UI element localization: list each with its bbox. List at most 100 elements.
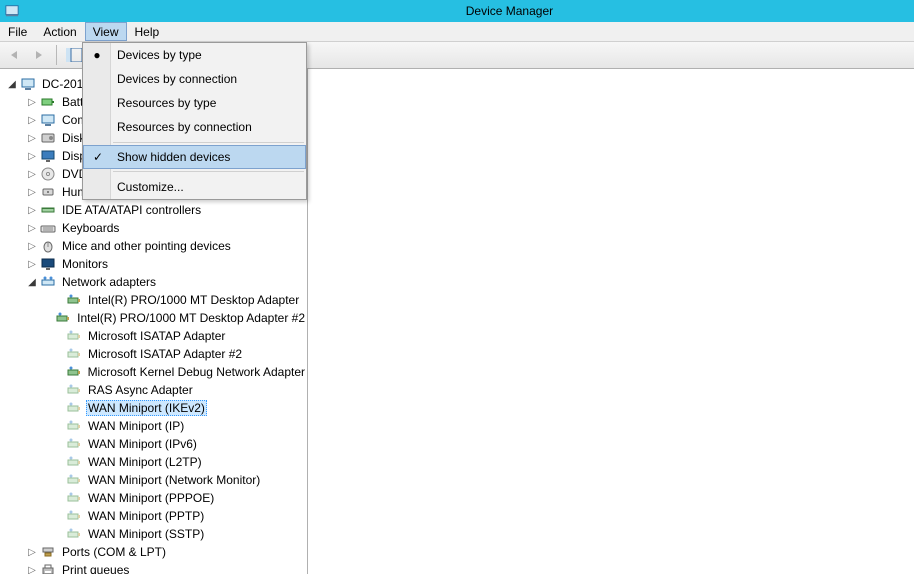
twisty-icon[interactable]	[26, 546, 38, 558]
tree-device-10-13[interactable]: WAN Miniport (SSTP)	[0, 525, 307, 543]
twisty-icon[interactable]	[52, 420, 64, 432]
menuitem-resources-by-type[interactable]: Resources by type	[83, 91, 306, 115]
window-icon	[4, 3, 20, 19]
tree-item-label: WAN Miniport (L2TP)	[86, 455, 204, 469]
forward-arrow-icon	[32, 49, 46, 61]
tree-device-10-10[interactable]: WAN Miniport (Network Monitor)	[0, 471, 307, 489]
tree-device-10-7[interactable]: WAN Miniport (IP)	[0, 417, 307, 435]
twisty-icon[interactable]	[26, 96, 38, 108]
twisty-icon[interactable]	[26, 276, 38, 288]
menu-help[interactable]: Help	[127, 22, 168, 41]
tree-category-7[interactable]: Keyboards	[0, 219, 307, 237]
menuitem-resources-by-connection[interactable]: Resources by connection	[83, 115, 306, 139]
tree-item-label: WAN Miniport (PPPOE)	[86, 491, 216, 505]
tree-device-10-6[interactable]: WAN Miniport (IKEv2)	[0, 399, 307, 417]
tree-category-12[interactable]: Print queues	[0, 561, 307, 574]
menuitem-customize[interactable]: Customize...	[83, 175, 306, 199]
twisty-icon[interactable]	[52, 402, 64, 414]
tree-device-10-5[interactable]: RAS Async Adapter	[0, 381, 307, 399]
tree-item-label: Microsoft ISATAP Adapter	[86, 329, 227, 343]
display-icon	[40, 148, 56, 164]
twisty-icon[interactable]	[26, 150, 38, 162]
twisty-icon[interactable]	[52, 348, 64, 360]
twisty-icon[interactable]	[26, 204, 38, 216]
tree-category-10[interactable]: Network adapters	[0, 273, 307, 291]
tree-item-label: WAN Miniport (IPv6)	[86, 437, 199, 451]
tree-device-10-2[interactable]: Microsoft ISATAP Adapter	[0, 327, 307, 345]
forward-button[interactable]	[28, 44, 50, 66]
twisty-icon[interactable]	[52, 366, 64, 378]
tree-device-10-12[interactable]: WAN Miniport (PPTP)	[0, 507, 307, 525]
twisty-icon[interactable]	[52, 384, 64, 396]
tree-device-10-0[interactable]: Intel(R) PRO/1000 MT Desktop Adapter	[0, 291, 307, 309]
net-adapter-ghost-icon	[66, 508, 82, 524]
window-title: Device Manager	[466, 4, 553, 18]
tree-item-label: WAN Miniport (Network Monitor)	[86, 473, 262, 487]
twisty-icon[interactable]	[52, 312, 53, 324]
twisty-icon[interactable]	[52, 438, 64, 450]
twisty-icon[interactable]	[52, 294, 64, 306]
twisty-icon[interactable]	[6, 78, 18, 90]
menu-bar: File Action View Help	[0, 22, 914, 42]
computer-icon	[40, 112, 56, 128]
twisty-icon[interactable]	[26, 168, 38, 180]
menuitem-devices-by-connection[interactable]: Devices by connection	[83, 67, 306, 91]
net-adapter-ghost-icon	[66, 526, 82, 542]
twisty-icon[interactable]	[52, 474, 64, 486]
tree-item-label: Intel(R) PRO/1000 MT Desktop Adapter	[86, 293, 301, 307]
tree-device-10-11[interactable]: WAN Miniport (PPPOE)	[0, 489, 307, 507]
keyboard-icon	[40, 220, 56, 236]
tree-item-label: WAN Miniport (IKEv2)	[86, 400, 207, 416]
tree-item-label: RAS Async Adapter	[86, 383, 195, 397]
tree-item-label: Mice and other pointing devices	[60, 239, 233, 253]
twisty-icon[interactable]	[26, 114, 38, 126]
disk-icon	[40, 130, 56, 146]
twisty-icon[interactable]	[52, 330, 64, 342]
tree-item-label: Intel(R) PRO/1000 MT Desktop Adapter #2	[75, 311, 307, 325]
details-pane	[308, 69, 914, 574]
tree-category-6[interactable]: IDE ATA/ATAPI controllers	[0, 201, 307, 219]
net-adapter-ghost-icon	[66, 472, 82, 488]
twisty-icon[interactable]	[26, 132, 38, 144]
computer-icon	[20, 76, 36, 92]
tree-item-label: Print queues	[60, 563, 131, 574]
tree-device-10-8[interactable]: WAN Miniport (IPv6)	[0, 435, 307, 453]
tree-item-label: Monitors	[60, 257, 110, 271]
twisty-icon[interactable]	[52, 528, 64, 540]
twisty-icon[interactable]	[52, 510, 64, 522]
tree-device-10-3[interactable]: Microsoft ISATAP Adapter #2	[0, 345, 307, 363]
tree-device-10-4[interactable]: Microsoft Kernel Debug Network Adapter	[0, 363, 307, 381]
dropdown-separator-2	[113, 171, 304, 172]
menuitem-show-hidden-devices[interactable]: ✓ Show hidden devices	[83, 145, 306, 169]
twisty-icon[interactable]	[52, 456, 64, 468]
ports-icon	[40, 544, 56, 560]
mouse-icon	[40, 238, 56, 254]
tree-item-label: WAN Miniport (PPTP)	[86, 509, 206, 523]
menu-action[interactable]: Action	[35, 22, 84, 41]
twisty-icon[interactable]	[26, 222, 38, 234]
menuitem-devices-by-type[interactable]: ● Devices by type	[83, 43, 306, 67]
net-adapter-ghost-icon	[66, 382, 82, 398]
twisty-icon[interactable]	[26, 240, 38, 252]
tree-category-11[interactable]: Ports (COM & LPT)	[0, 543, 307, 561]
tree-item-label: Microsoft Kernel Debug Network Adapter	[86, 365, 307, 379]
net-adapter-ghost-icon	[66, 346, 82, 362]
tree-category-8[interactable]: Mice and other pointing devices	[0, 237, 307, 255]
net-adapter-ghost-icon	[66, 436, 82, 452]
checkmark-icon: ✓	[90, 150, 106, 164]
back-button[interactable]	[4, 44, 26, 66]
net-adapter-ghost-icon	[66, 328, 82, 344]
tree-item-label: IDE ATA/ATAPI controllers	[60, 203, 203, 217]
tree-device-10-9[interactable]: WAN Miniport (L2TP)	[0, 453, 307, 471]
menu-file[interactable]: File	[0, 22, 35, 41]
twisty-icon[interactable]	[26, 186, 38, 198]
twisty-icon[interactable]	[52, 492, 64, 504]
tree-item-label: Network adapters	[60, 275, 158, 289]
net-adapter-ghost-icon	[66, 400, 82, 416]
twisty-icon[interactable]	[26, 258, 38, 270]
tree-device-10-1[interactable]: Intel(R) PRO/1000 MT Desktop Adapter #2	[0, 309, 307, 327]
tree-category-9[interactable]: Monitors	[0, 255, 307, 273]
net-adapter-icon	[66, 292, 82, 308]
twisty-icon[interactable]	[26, 564, 38, 574]
menu-view[interactable]: View	[85, 22, 127, 41]
